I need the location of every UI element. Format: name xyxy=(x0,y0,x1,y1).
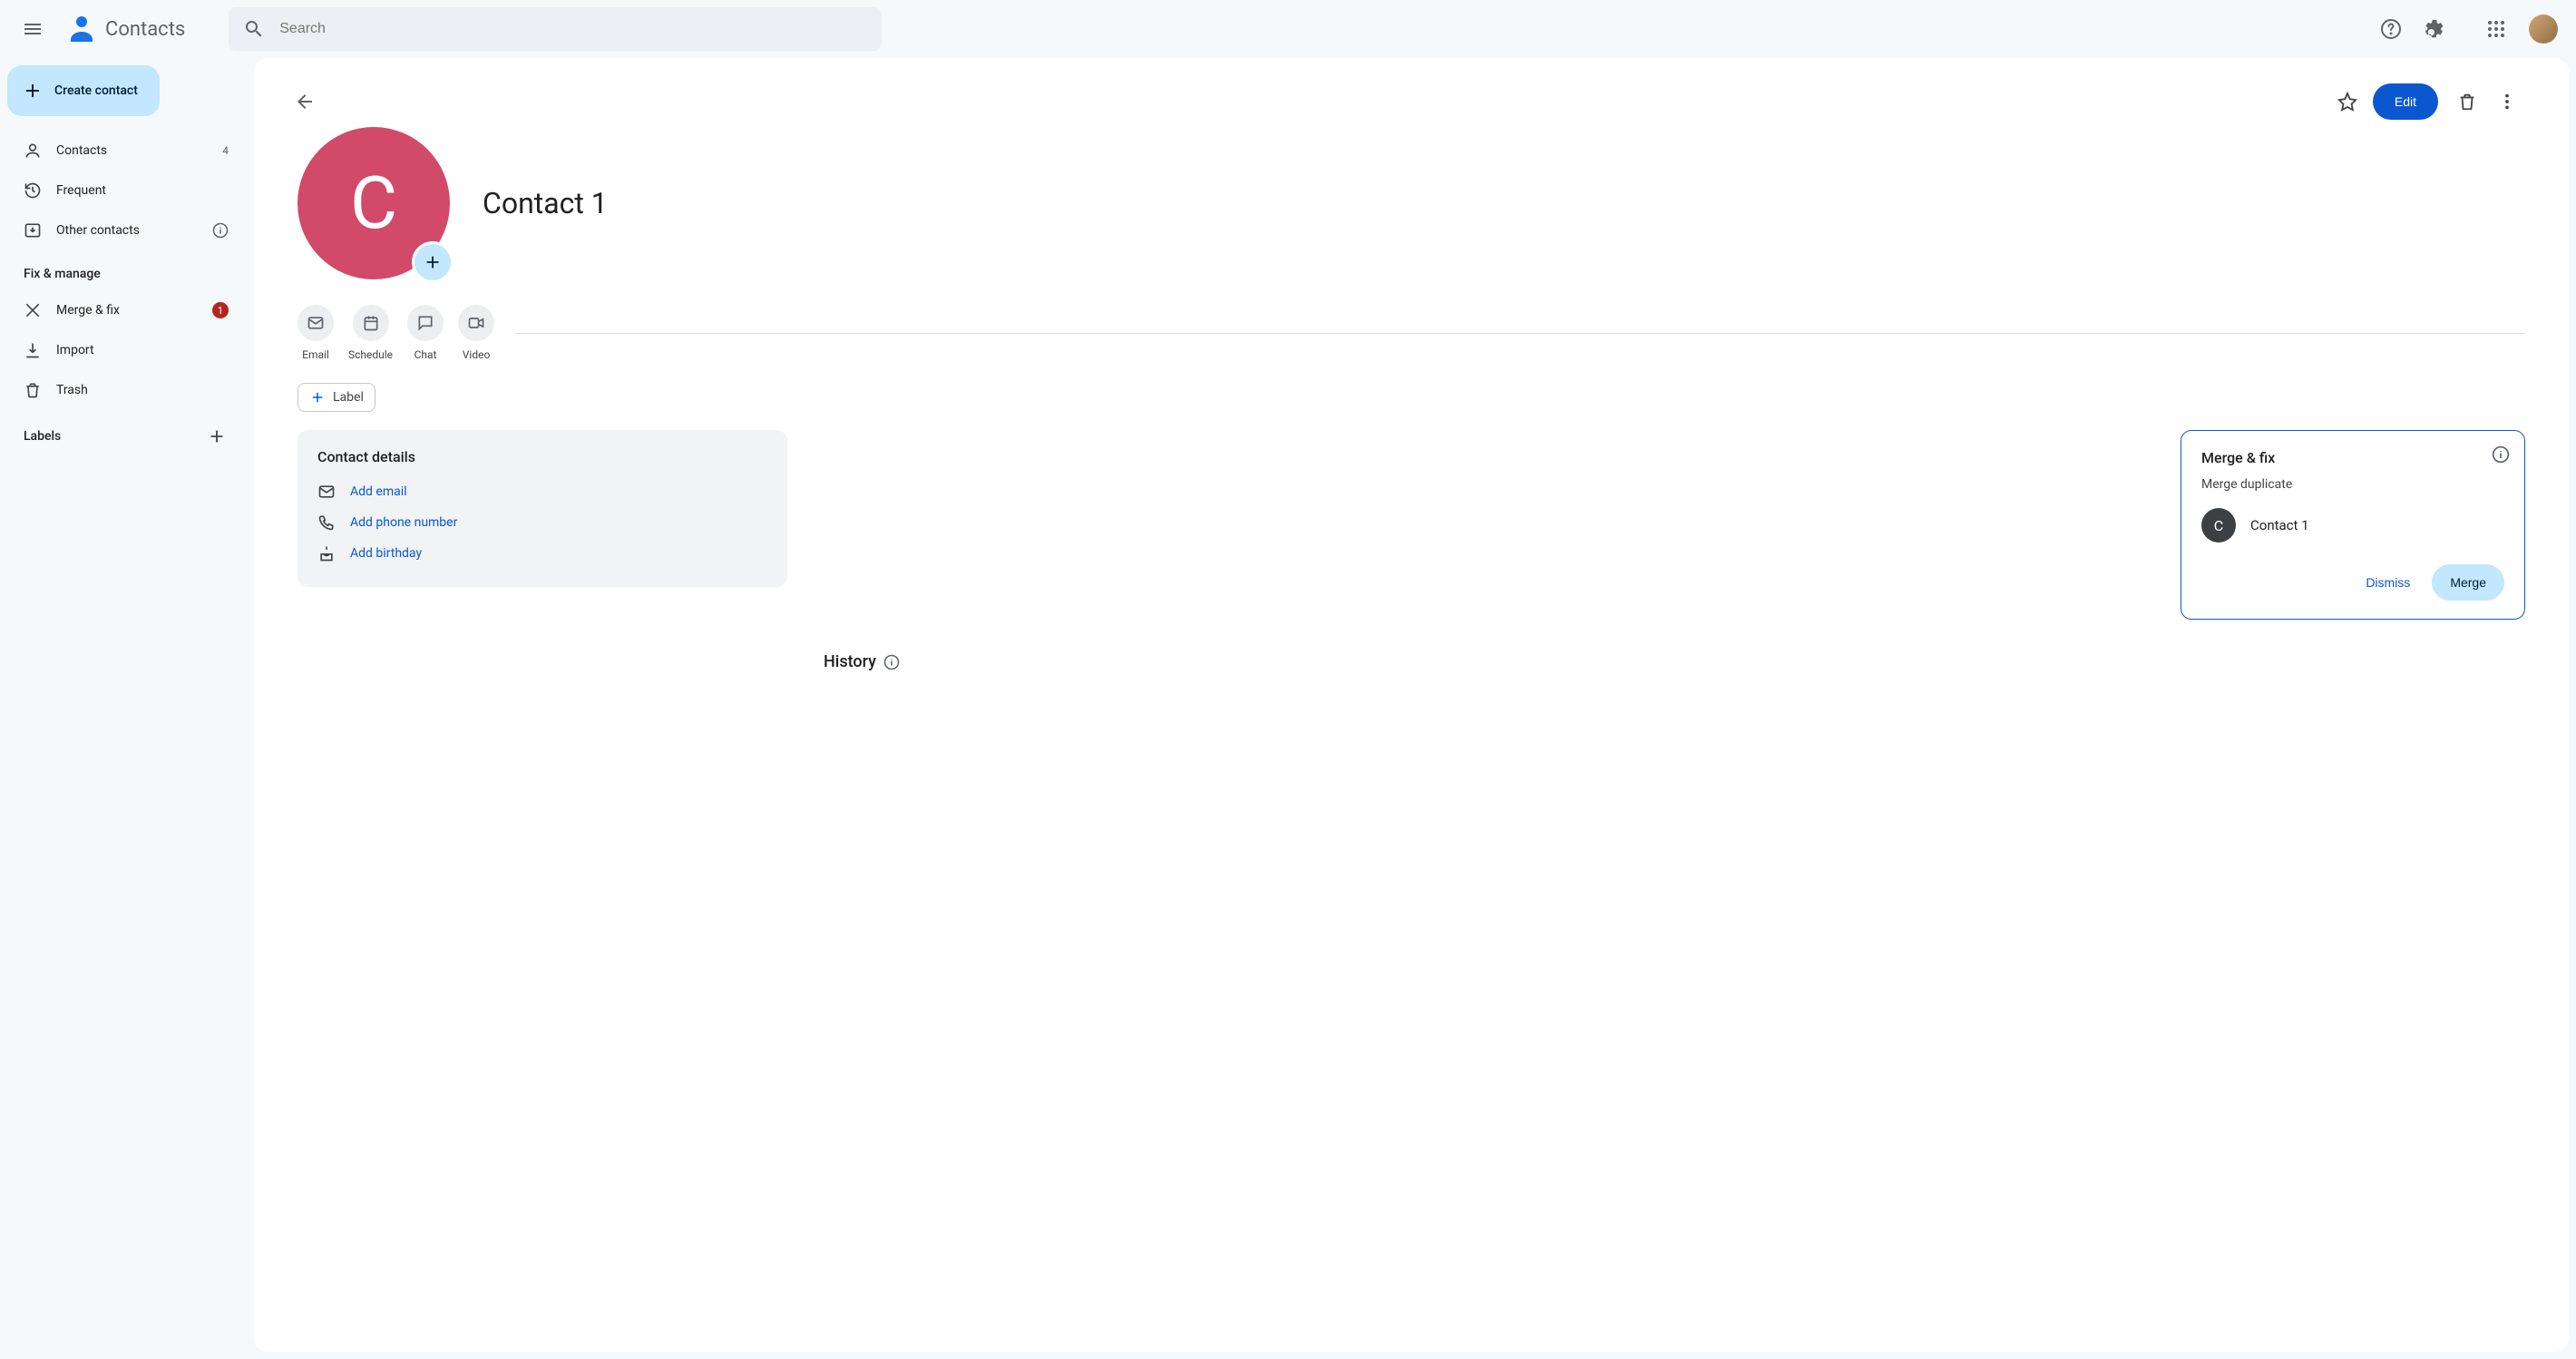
tools-icon xyxy=(24,301,42,319)
app-brand[interactable]: Contacts xyxy=(65,13,185,45)
back-button[interactable] xyxy=(287,83,323,120)
settings-button[interactable] xyxy=(2416,11,2453,47)
action-email[interactable]: Email xyxy=(298,305,334,361)
nav-label: Merge & fix xyxy=(56,303,120,318)
search-bar[interactable] xyxy=(229,7,882,51)
star-button[interactable] xyxy=(2329,83,2366,120)
merge-fix-card: Merge & fix Merge duplicate C Contact 1 … xyxy=(2181,430,2525,620)
dismiss-button[interactable]: Dismiss xyxy=(2351,564,2425,601)
download-icon xyxy=(24,341,42,359)
sidebar-item-import[interactable]: Import xyxy=(7,330,243,370)
contact-panel: Edit C Contact 1 xyxy=(254,58,2569,1352)
person-icon xyxy=(24,142,42,160)
app-header: Contacts xyxy=(0,0,2576,58)
plus-icon xyxy=(309,389,326,406)
history-icon xyxy=(24,181,42,200)
contact-topbar: Edit xyxy=(298,80,2525,123)
account-avatar[interactable] xyxy=(2529,15,2558,44)
card-title: Contact details xyxy=(317,448,767,465)
menu-icon xyxy=(22,18,44,40)
action-chat[interactable]: Chat xyxy=(407,305,444,361)
sidebar-section-fix: Fix & manage xyxy=(7,250,243,290)
sidebar: Create contact Contacts 4 Frequent Other… xyxy=(0,58,254,1359)
contact-details-card: Contact details Add email Add phone numb… xyxy=(298,430,787,587)
add-label-button[interactable] xyxy=(207,426,227,446)
gear-icon xyxy=(2424,18,2445,40)
info-icon xyxy=(883,654,900,670)
merge-button[interactable]: Merge xyxy=(2432,564,2504,601)
more-vert-icon xyxy=(2497,92,2517,112)
card-title: Merge & fix xyxy=(2201,449,2504,466)
history-title: History xyxy=(824,652,876,671)
sidebar-item-frequent[interactable]: Frequent xyxy=(7,171,243,210)
mail-icon xyxy=(317,483,336,501)
calendar-icon xyxy=(362,314,380,332)
nav-label: Contacts xyxy=(56,143,107,158)
more-button[interactable] xyxy=(2489,83,2525,120)
inbox-down-icon xyxy=(24,221,42,240)
add-label-chip[interactable]: Label xyxy=(298,383,376,412)
cake-icon xyxy=(317,544,336,562)
history-info-button[interactable] xyxy=(883,654,900,670)
contact-name: Contact 1 xyxy=(483,186,608,220)
nav-label: Trash xyxy=(56,383,88,397)
main-menu-button[interactable] xyxy=(11,7,54,51)
nav-label: Import xyxy=(56,343,94,357)
plus-icon xyxy=(423,252,443,272)
trash-icon xyxy=(2457,92,2477,112)
contacts-count: 4 xyxy=(222,144,229,157)
sidebar-section-labels: Labels xyxy=(7,410,243,455)
edit-button[interactable]: Edit xyxy=(2373,83,2438,120)
merge-subtitle: Merge duplicate xyxy=(2201,477,2504,492)
action-schedule[interactable]: Schedule xyxy=(348,305,393,361)
mail-icon xyxy=(307,314,325,332)
action-video[interactable]: Video xyxy=(458,305,494,361)
sidebar-item-other-contacts[interactable]: Other contacts xyxy=(7,210,243,250)
help-icon xyxy=(2380,18,2402,40)
duplicate-contact-row[interactable]: C Contact 1 xyxy=(2201,508,2504,543)
apps-button[interactable] xyxy=(2478,11,2514,47)
plus-icon xyxy=(207,426,227,446)
sidebar-item-contacts[interactable]: Contacts 4 xyxy=(7,131,243,171)
chat-icon xyxy=(416,314,434,332)
history-section: History xyxy=(824,652,2525,671)
duplicate-avatar: C xyxy=(2201,508,2236,543)
add-phone-link[interactable]: Add phone number xyxy=(350,515,457,530)
merge-fix-badge: 1 xyxy=(212,302,229,318)
create-contact-button[interactable]: Create contact xyxy=(7,65,160,116)
contacts-logo-icon xyxy=(65,13,98,45)
help-button[interactable] xyxy=(2373,11,2409,47)
app-title: Contacts xyxy=(105,18,185,41)
arrow-back-icon xyxy=(294,91,316,112)
info-button[interactable] xyxy=(212,222,229,239)
duplicate-name: Contact 1 xyxy=(2250,517,2309,533)
phone-icon xyxy=(317,513,336,532)
plus-icon xyxy=(22,80,44,102)
trash-icon xyxy=(24,381,42,399)
nav-label: Other contacts xyxy=(56,223,140,238)
sidebar-item-trash[interactable]: Trash xyxy=(7,370,243,410)
add-birthday-link[interactable]: Add birthday xyxy=(350,546,422,561)
add-email-link[interactable]: Add email xyxy=(350,484,407,499)
create-contact-label: Create contact xyxy=(54,83,138,98)
info-icon xyxy=(212,222,229,239)
video-icon xyxy=(467,314,485,332)
info-icon xyxy=(2492,445,2510,464)
delete-button[interactable] xyxy=(2449,83,2485,120)
add-photo-button[interactable] xyxy=(412,241,454,283)
divider xyxy=(516,333,2525,334)
nav-label: Frequent xyxy=(56,183,106,198)
apps-grid-icon xyxy=(2487,20,2505,38)
search-icon xyxy=(243,18,265,40)
search-input[interactable] xyxy=(279,21,867,37)
sidebar-item-merge-fix[interactable]: Merge & fix 1 xyxy=(7,290,243,330)
star-outline-icon xyxy=(2337,92,2357,112)
